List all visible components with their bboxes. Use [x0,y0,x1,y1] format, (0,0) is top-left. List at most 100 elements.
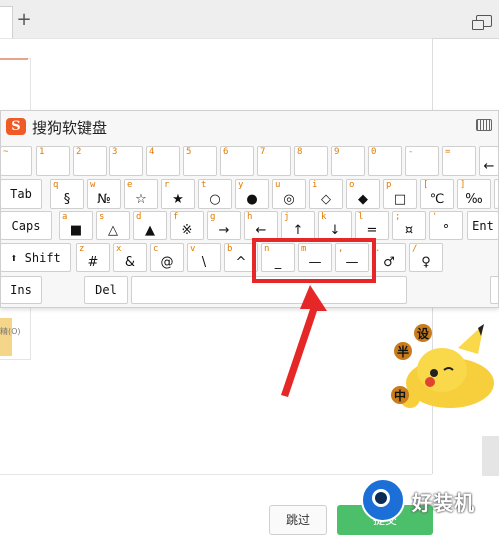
key-char[interactable]: g → [207,211,241,240]
key-char[interactable]: 5 [183,146,217,176]
key-symbol: ↓ [329,223,341,238]
key-shift-char: = [445,147,451,157]
key-shift-char: u [275,180,281,190]
key-shift-char: y [238,180,244,190]
key-shift-char: o [349,180,355,190]
key-symbol: ▲ [145,223,155,238]
key-char[interactable]: f ※ [170,211,204,240]
browser-tab-strip [0,0,499,39]
key-char[interactable]: 4 [146,146,180,176]
key-char[interactable]: c @ [150,243,184,272]
key-shift-char: / [412,244,418,254]
key-char[interactable]: 7 [257,146,291,176]
key-symbol: ☆ [135,192,147,207]
key-char[interactable]: . ♂ [372,243,406,272]
key-shift[interactable]: ⬆ Shift [0,243,71,272]
key-char[interactable]: u ◎ [272,179,306,209]
skip-button[interactable]: 跳过 [269,505,327,535]
key-shift-char: g [210,212,216,222]
keyboard-icon[interactable] [476,119,492,131]
sticker-char-0: 半 [397,344,409,359]
key-char[interactable]: x & [113,243,147,272]
new-tab-button[interactable]: + [16,11,32,29]
key-shift-char: 2 [76,147,82,157]
key-backspace[interactable] [494,179,499,209]
key-char[interactable]: 6 [220,146,254,176]
key-blank[interactable] [490,276,499,304]
key-char[interactable]: q § [50,179,84,209]
key-char[interactable]: 1 [36,146,70,176]
key-label: Tab [10,187,32,201]
key-char[interactable]: w № [87,179,121,209]
key-tab[interactable]: Tab [0,179,42,209]
watermark-eye-icon [372,489,390,507]
key-char[interactable]: [℃ [420,179,454,209]
key-shift-char: j [284,212,290,222]
key-char[interactable]: ' ° [429,211,463,240]
key-char[interactable]: 9 [331,146,365,176]
key-char[interactable]: y ● [235,179,269,209]
key-shift-char: 1 [39,147,45,157]
key-symbol: ¤ [404,223,414,238]
key-shift-char: d [136,212,142,222]
key-symbol: ★ [172,192,184,207]
key-ins[interactable]: Ins [0,276,42,304]
browser-tab[interactable] [0,6,13,39]
key-char[interactable]: i ◇ [309,179,343,209]
key-char[interactable]: 2 [73,146,107,176]
key-shift-char: k [321,212,327,222]
key-label: ⬆ Shift [10,250,61,265]
key-char[interactable]: l = [355,211,389,240]
key-char[interactable]: 0 [368,146,402,176]
key-shift-char: a [62,212,68,222]
key-char[interactable]: t ○ [198,179,232,209]
key-char[interactable]: j ↑ [281,211,315,240]
key-char[interactable]: ; ¤ [392,211,426,240]
key-symbol: ■ [69,223,83,238]
scrollbar[interactable] [482,436,499,476]
key-char[interactable]: h ← [244,211,278,240]
restore-window-icon[interactable] [472,15,492,30]
key-backspace[interactable]: ← [479,146,499,176]
highlight-box [252,238,376,283]
key-caps[interactable]: Caps [0,211,52,240]
key-shift-char: ] [460,180,466,190]
key-char[interactable]: r ★ [161,179,195,209]
key-ent[interactable]: Ent [467,211,499,240]
key-char[interactable]: z # [76,243,110,272]
key-shift-char: 6 [223,147,229,157]
key-shift-char: q [53,180,59,190]
key-symbol: № [97,192,111,207]
key-shift-char: 9 [334,147,340,157]
key-del[interactable]: Del [84,276,128,304]
keyboard-title: 搜狗软键盘 [32,119,108,137]
key-char[interactable]: v \ [187,243,221,272]
key-char[interactable]: ] ‰ [457,179,491,209]
key-symbol: ♂ [383,255,395,270]
key-shift-char: ~ [3,147,9,157]
key-label: Del [95,283,117,297]
key-shift-char: ; [395,212,401,222]
key-char[interactable]: / ♀ [409,243,443,272]
key-char[interactable]: e ☆ [124,179,158,209]
key-shift-char: b [227,244,233,254]
key-shift-char: 8 [297,147,303,157]
key-char[interactable]: s △ [96,211,130,240]
page-divider [0,474,432,475]
key-char[interactable]: 8 [294,146,328,176]
key-char[interactable]: 3 [109,146,143,176]
key-char[interactable]: = [442,146,476,176]
key-symbol: ° [442,223,450,238]
key-shift-char: h [247,212,253,222]
key-char[interactable]: o ◆ [346,179,380,209]
key-char[interactable]: p □ [383,179,417,209]
key-char[interactable]: ~ [0,146,32,176]
key-char[interactable]: d ▲ [133,211,167,240]
sticker-char-2: 中 [394,388,406,403]
key-char[interactable]: a ■ [59,211,93,240]
key-symbol: ‰ [465,192,483,207]
key-symbol: □ [393,192,407,207]
key-char[interactable]: - [405,146,439,176]
key-char[interactable]: k ↓ [318,211,352,240]
key-shift-char: z [79,244,85,254]
